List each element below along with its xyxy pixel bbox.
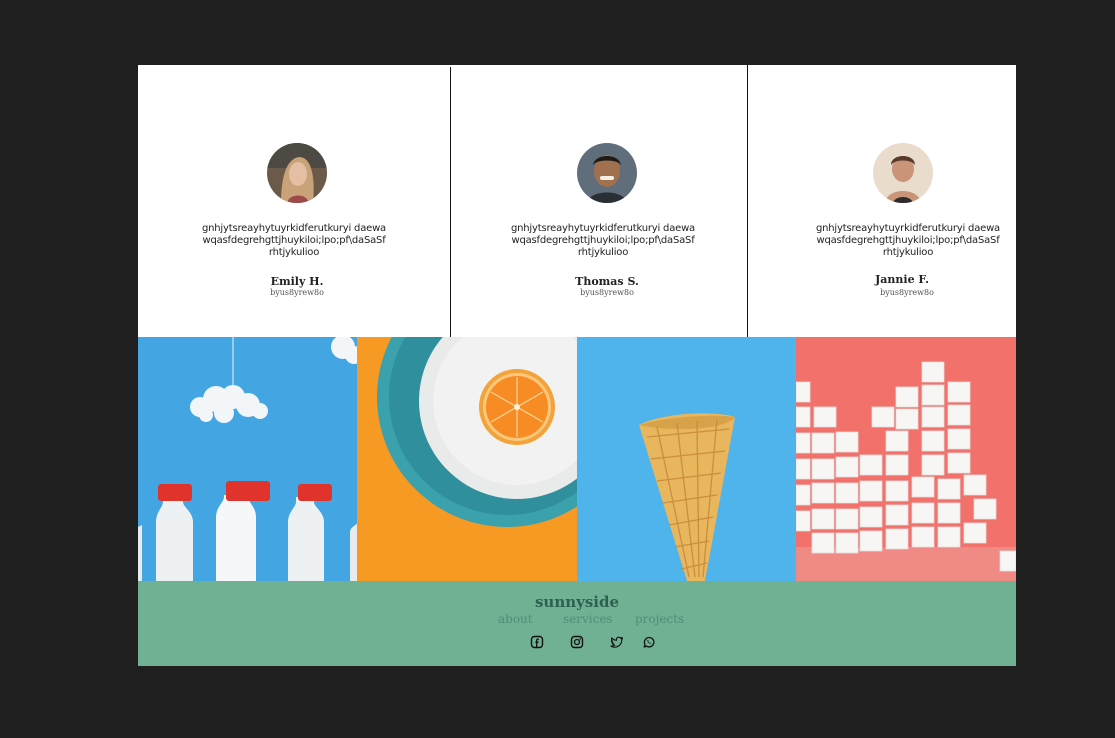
avatar	[267, 143, 327, 203]
testimonial-name: Jannie F.	[875, 273, 929, 286]
avatar	[577, 143, 637, 203]
footer: sunnyside about services projects	[138, 581, 1016, 666]
gallery-image-sugar-cubes	[796, 337, 1016, 581]
testimonial-role: byus8yrew8o	[580, 288, 634, 297]
testimonial-name: Thomas S.	[575, 275, 639, 288]
testimonial-role: byus8yrew8o	[880, 288, 934, 297]
footer-brand[interactable]: sunnyside	[138, 593, 1016, 611]
testimonials-section: gnhjytsreayhytuyrkidferutkuryi daewawqas…	[138, 65, 1016, 337]
footer-link-projects[interactable]: projects	[635, 612, 684, 626]
twitter-icon[interactable]	[610, 635, 624, 649]
testimonial-quote: gnhjytsreayhytuyrkidferutkuryi daewawqas…	[816, 223, 1000, 258]
gallery-image-milk-bottles	[138, 337, 357, 581]
facebook-icon[interactable]	[530, 635, 544, 649]
footer-link-about[interactable]: about	[498, 612, 533, 626]
whatsapp-icon[interactable]	[642, 635, 656, 649]
avatar	[873, 143, 933, 203]
testimonial-card: gnhjytsreayhytuyrkidferutkuryi daewawqas…	[138, 65, 450, 337]
footer-link-services[interactable]: services	[563, 612, 613, 626]
page: gnhjytsreayhytuyrkidferutkuryi daewawqas…	[138, 65, 1016, 666]
gallery-image-orange-on-plate	[357, 337, 577, 581]
testimonial-card: gnhjytsreayhytuyrkidferutkuryi daewawqas…	[451, 65, 747, 337]
gallery	[138, 337, 1016, 581]
gallery-image-ice-cream-cone	[577, 337, 796, 581]
testimonial-role: byus8yrew8o	[270, 288, 324, 297]
testimonial-name: Emily H.	[270, 275, 324, 288]
testimonial-quote: gnhjytsreayhytuyrkidferutkuryi daewawqas…	[511, 223, 695, 258]
testimonial-quote: gnhjytsreayhytuyrkidferutkuryi daewawqas…	[202, 223, 386, 258]
testimonial-card: gnhjytsreayhytuyrkidferutkuryi daewawqas…	[748, 65, 1016, 337]
instagram-icon[interactable]	[570, 635, 584, 649]
